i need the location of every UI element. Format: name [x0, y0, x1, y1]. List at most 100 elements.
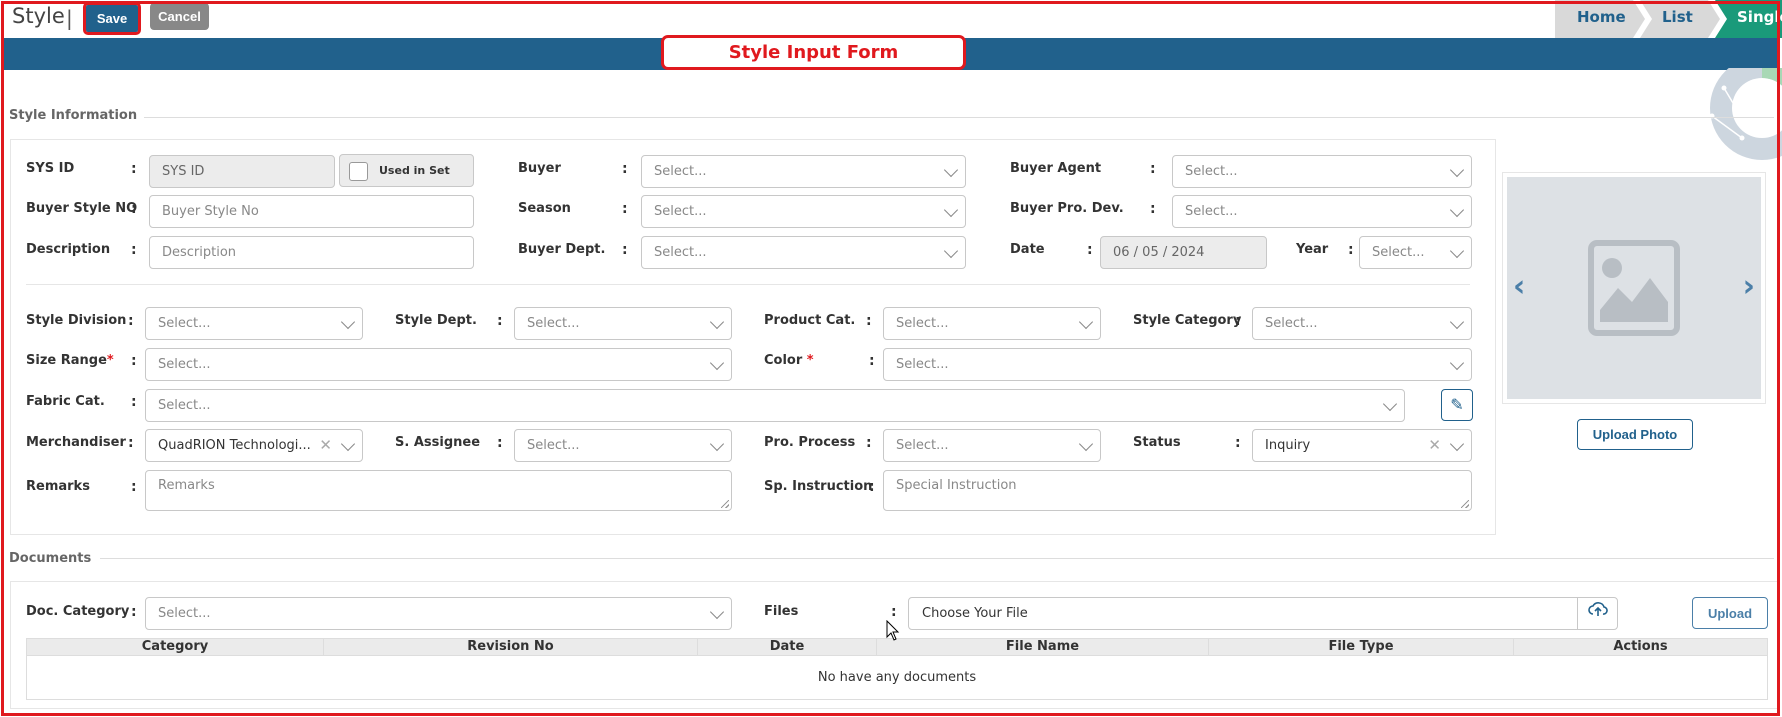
- chevron-down-icon: [709, 314, 725, 330]
- colon: :: [497, 313, 503, 329]
- style-category-label: Style Category: [1133, 313, 1242, 328]
- doc-category-select[interactable]: Select...: [145, 597, 732, 630]
- breadcrumb-list[interactable]: List: [1640, 0, 1720, 38]
- remarks-textarea[interactable]: Remarks: [145, 470, 732, 511]
- chevron-left-icon[interactable]: ‹: [1513, 269, 1525, 304]
- colon: :: [1348, 242, 1354, 258]
- buyer-dept-label: Buyer Dept.: [518, 242, 606, 257]
- colon: :: [131, 604, 137, 620]
- column-header-file-name: File Name: [877, 639, 1209, 655]
- photo-carousel: ‹ ›: [1502, 172, 1766, 404]
- buyer-label: Buyer: [518, 161, 561, 176]
- upload-photo-button[interactable]: Upload Photo: [1577, 419, 1693, 450]
- buyer-agent-label: Buyer Agent: [1010, 161, 1102, 176]
- title-separator: |: [66, 6, 73, 30]
- style-division-select-value: Select...: [158, 316, 211, 331]
- style-category-select[interactable]: Select...: [1252, 307, 1472, 340]
- product-cat-select-value: Select...: [896, 316, 949, 331]
- buyer-agent-select-value: Select...: [1185, 164, 1238, 179]
- color-select[interactable]: Select...: [883, 348, 1472, 381]
- pencil-icon: ✎: [1450, 395, 1464, 414]
- section-divider: [144, 117, 1774, 118]
- colon: :: [1235, 435, 1241, 451]
- sys-id-label: SYS ID: [26, 161, 75, 176]
- sp-instruction-label: Sp. Instruction: [764, 479, 873, 494]
- cloud-upload-icon[interactable]: [1577, 598, 1617, 629]
- year-select[interactable]: Select...: [1359, 236, 1472, 269]
- image-placeholder-icon: [1588, 240, 1680, 336]
- cancel-button[interactable]: Cancel: [150, 3, 209, 30]
- colon: :: [869, 479, 875, 495]
- remarks-placeholder: Remarks: [158, 478, 215, 493]
- status-select[interactable]: Inquiry ✕: [1252, 429, 1472, 462]
- merchandiser-label: Merchandiser: [26, 435, 126, 450]
- size-range-select[interactable]: Select...: [145, 348, 732, 381]
- size-range-label: Size Range*: [26, 353, 114, 368]
- fabric-cat-select[interactable]: Select...: [145, 389, 1405, 422]
- file-chooser-input[interactable]: Choose Your File: [908, 597, 1618, 630]
- column-header-actions: Actions: [1613, 639, 1668, 654]
- description-label: Description: [26, 242, 111, 257]
- mouse-cursor-icon: [886, 620, 900, 641]
- style-dept-select[interactable]: Select...: [514, 307, 732, 340]
- resize-handle-icon[interactable]: [1461, 500, 1469, 508]
- colon: :: [131, 161, 137, 177]
- chevron-down-icon: [1078, 314, 1094, 330]
- checkbox-icon[interactable]: [349, 162, 368, 181]
- sys-id-input[interactable]: SYS ID: [149, 155, 335, 188]
- required-asterisk: *: [806, 353, 814, 368]
- clear-icon[interactable]: ✕: [1428, 430, 1441, 461]
- breadcrumb: Home List Single S: [1555, 0, 1782, 38]
- buyer-agent-select[interactable]: Select...: [1172, 155, 1472, 188]
- style-division-select[interactable]: Select...: [145, 307, 363, 340]
- fabric-cat-label: Fabric Cat.: [26, 394, 105, 409]
- s-assignee-label: S. Assignee: [395, 435, 481, 450]
- column-header-revision-no: Revision No: [324, 639, 698, 655]
- upload-document-button[interactable]: Upload: [1692, 597, 1768, 629]
- chevron-down-icon: [943, 202, 959, 218]
- style-division-label: Style Division: [26, 313, 127, 328]
- colon: :: [497, 435, 503, 451]
- chevron-down-icon: [1449, 202, 1465, 218]
- description-input[interactable]: Description: [149, 236, 474, 269]
- doc-category-select-value: Select...: [158, 606, 211, 621]
- date-input[interactable]: 06 / 05 / 2024: [1100, 236, 1267, 269]
- documents-table: Category Revision No Date File Name File…: [26, 638, 1768, 700]
- resize-handle-icon[interactable]: [721, 500, 729, 508]
- colon: :: [128, 313, 134, 329]
- used-in-set-pack-checkbox[interactable]: Used in Set Pack: [339, 154, 474, 208]
- chevron-down-icon: [1449, 314, 1465, 330]
- edit-fabric-button[interactable]: ✎: [1441, 389, 1473, 421]
- chevron-down-icon: [1078, 436, 1094, 452]
- chevron-down-icon: [943, 243, 959, 259]
- pro-process-select[interactable]: Select...: [883, 429, 1101, 462]
- buyer-style-no-input[interactable]: Buyer Style No: [149, 195, 474, 228]
- page-title: Style: [12, 4, 65, 28]
- colon: :: [622, 201, 628, 217]
- colon: :: [131, 242, 137, 258]
- required-asterisk: *: [106, 353, 114, 368]
- column-header-category: Category: [27, 639, 324, 655]
- buyer-select[interactable]: Select...: [641, 155, 966, 188]
- colon: :: [1087, 242, 1093, 258]
- colon: :: [891, 604, 897, 620]
- year-select-value: Select...: [1372, 245, 1425, 260]
- product-cat-select[interactable]: Select...: [883, 307, 1101, 340]
- chevron-right-icon[interactable]: ›: [1743, 269, 1755, 304]
- season-select[interactable]: Select...: [641, 195, 966, 228]
- chevron-down-icon: [1382, 396, 1398, 412]
- buyer-dept-select[interactable]: Select...: [641, 236, 966, 269]
- breadcrumb-home[interactable]: Home: [1555, 0, 1645, 38]
- merchandiser-select[interactable]: QuadRION Technologi... ✕: [145, 429, 363, 462]
- style-dept-label: Style Dept.: [395, 313, 477, 328]
- sp-instruction-placeholder: Special Instruction: [896, 478, 1017, 493]
- save-button[interactable]: Save: [83, 2, 141, 35]
- column-header-date: Date: [698, 639, 877, 655]
- sp-instruction-textarea[interactable]: Special Instruction: [883, 470, 1472, 511]
- buyer-pro-dev-select[interactable]: Select...: [1172, 195, 1472, 228]
- photo-placeholder: ‹ ›: [1507, 177, 1761, 399]
- s-assignee-select[interactable]: Select...: [514, 429, 732, 462]
- clear-icon[interactable]: ✕: [319, 430, 332, 461]
- fabric-cat-select-value: Select...: [158, 398, 211, 413]
- empty-table-message: No have any documents: [26, 656, 1768, 700]
